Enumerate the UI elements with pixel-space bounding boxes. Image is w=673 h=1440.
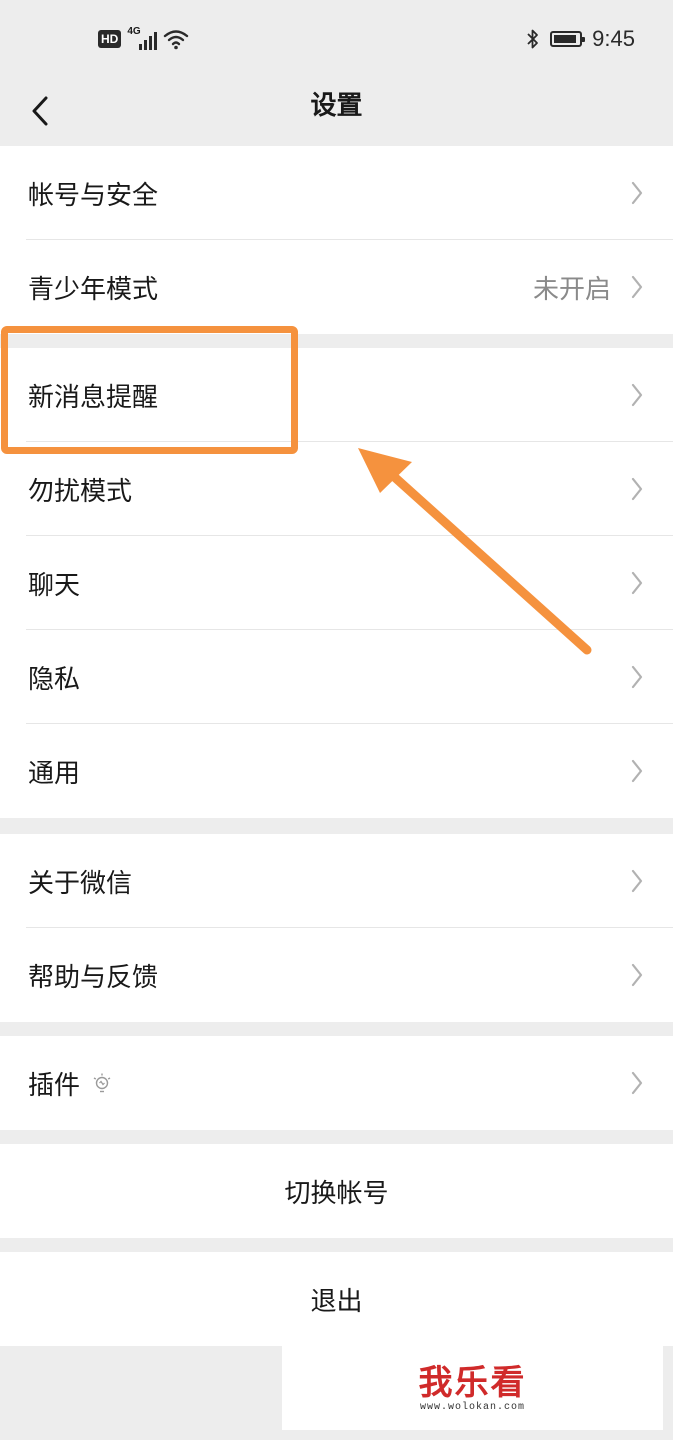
settings-item-chat[interactable]: 聊天 [0, 536, 673, 630]
chevron-right-icon [627, 960, 647, 990]
logout-group: 退出 [0, 1252, 673, 1346]
youth-mode-status: 未开启 [532, 274, 611, 305]
settings-item-youth-mode[interactable]: 青少年模式 未开启 [0, 240, 673, 334]
status-bar: HD 4G 9:45 [0, 0, 673, 78]
lightbulb-icon [93, 1073, 111, 1093]
clock: 9:45 [592, 26, 635, 51]
settings-item-about-wechat[interactable]: 关于微信 [0, 834, 673, 928]
settings-item-help-feedback[interactable]: 帮助与反馈 [0, 928, 673, 1022]
logout-button[interactable]: 退出 [0, 1252, 673, 1346]
chevron-right-icon [627, 272, 647, 302]
settings-item-account-security[interactable]: 帐号与安全 [0, 146, 673, 240]
network-type-label: 4G [127, 26, 141, 37]
settings-item-general[interactable]: 通用 [0, 724, 673, 818]
settings-group-about: 关于微信 帮助与反馈 [0, 834, 673, 1022]
settings-item-label: 聊天 [28, 570, 81, 601]
settings-item-label: 关于微信 [28, 868, 133, 899]
status-right: 9:45 [526, 26, 635, 52]
settings-item-plugins[interactable]: 插件 [0, 1036, 673, 1130]
settings-item-label: 隐私 [28, 664, 81, 695]
settings-item-label: 勿扰模式 [28, 476, 133, 507]
settings-item-label: 帮助与反馈 [28, 962, 159, 993]
settings-item-privacy[interactable]: 隐私 [0, 630, 673, 724]
battery-icon [550, 31, 586, 47]
chevron-right-icon [627, 866, 647, 896]
bluetooth-icon [527, 29, 539, 49]
settings-item-label-wrap: 插件 [28, 1065, 112, 1102]
chevron-right-icon [627, 568, 647, 598]
settings-group-account: 帐号与安全 青少年模式 未开启 [0, 146, 673, 334]
chevron-right-icon [627, 178, 647, 208]
settings-item-do-not-disturb[interactable]: 勿扰模式 [0, 442, 673, 536]
chevron-right-icon [627, 1068, 647, 1098]
chevron-right-icon [627, 662, 647, 692]
page-title: 设置 [310, 91, 363, 121]
chevron-right-icon [627, 756, 647, 786]
watermark-logo: 我乐看 www.wolokan.com [282, 1346, 663, 1430]
settings-group-plugins: 插件 [0, 1036, 673, 1130]
watermark-url: www.wolokan.com [419, 1401, 525, 1413]
chevron-right-icon [627, 380, 647, 410]
settings-item-label: 青少年模式 [28, 274, 159, 305]
status-left: HD 4G [98, 26, 189, 52]
hd-icon: HD [98, 30, 122, 48]
signal-icon: 4G [127, 26, 158, 50]
chevron-right-icon [627, 474, 647, 504]
switch-account-button[interactable]: 切换帐号 [0, 1144, 673, 1238]
switch-account-group: 切换帐号 [0, 1144, 673, 1238]
nav-bar: 设置 [0, 78, 673, 144]
wifi-icon [164, 30, 189, 50]
settings-item-label: 通用 [28, 758, 81, 789]
annotation-highlight-box [1, 326, 298, 454]
settings-item-label: 插件 [28, 1070, 81, 1101]
settings-item-label: 帐号与安全 [28, 180, 159, 211]
watermark-text: 我乐看 [418, 1362, 527, 1403]
